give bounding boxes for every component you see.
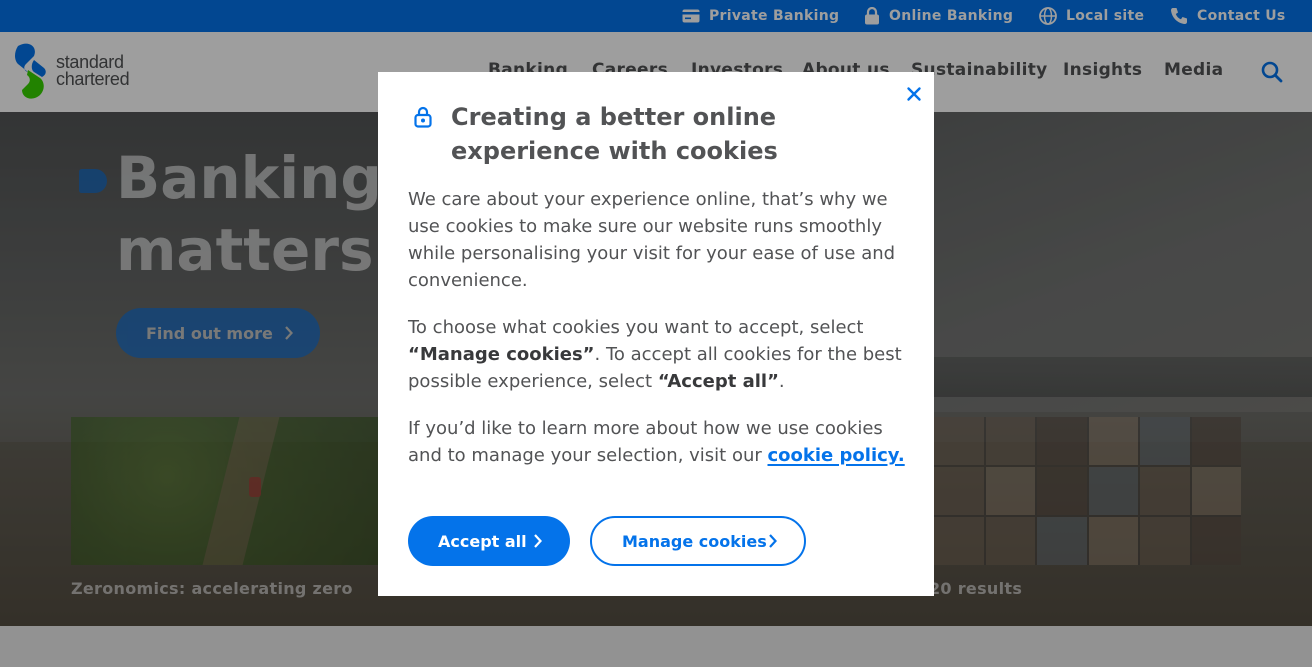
chevron-right-icon <box>534 534 542 548</box>
manage-cookies-label: Manage cookies <box>622 531 767 551</box>
dialog-paragraph-2: To choose what cookies you want to accep… <box>408 314 908 395</box>
dialog-paragraph-3: If you’d like to learn more about how we… <box>408 415 908 469</box>
accept-all-label: Accept all <box>438 531 527 551</box>
manage-cookies-button[interactable]: Manage cookies <box>590 516 806 566</box>
accept-all-emphasis: “Accept all” <box>657 371 779 392</box>
cookie-consent-dialog: Creating a better online experience with… <box>378 72 934 596</box>
paragraph-text: To choose what cookies you want to accep… <box>408 317 864 338</box>
close-icon <box>907 87 921 101</box>
paragraph-text: . <box>778 371 785 392</box>
lock-icon <box>414 106 432 132</box>
dialog-title: Creating a better online experience with… <box>451 103 778 165</box>
manage-cookies-emphasis: “Manage cookies” <box>408 344 595 365</box>
close-button[interactable] <box>905 85 923 103</box>
accept-all-button[interactable]: Accept all <box>408 516 570 566</box>
dialog-paragraph-1: We care about your experience online, th… <box>408 189 896 291</box>
cookie-policy-link[interactable]: cookie policy. <box>768 445 905 466</box>
chevron-right-icon <box>769 534 777 548</box>
